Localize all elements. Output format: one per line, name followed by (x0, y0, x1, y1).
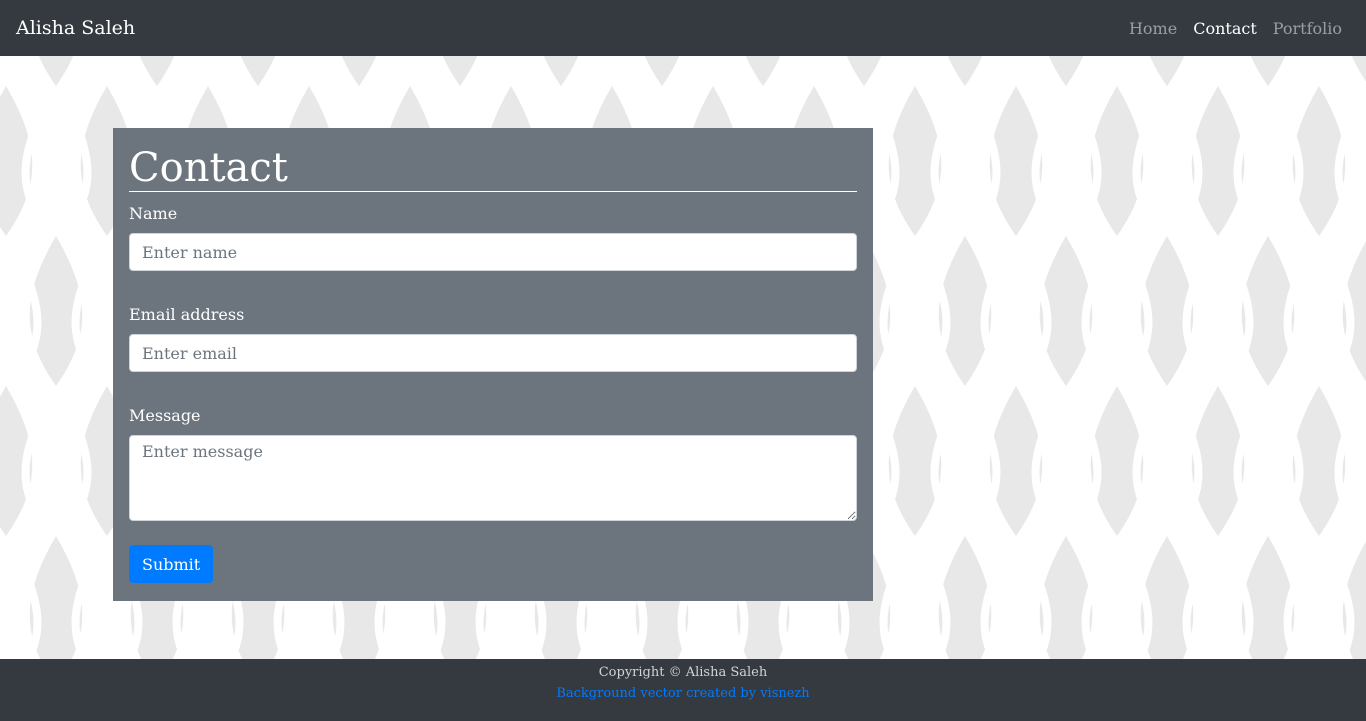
copyright-text: Copyright © Alisha Saleh (598, 665, 768, 680)
message-field-group: Message (129, 404, 857, 521)
page-title: Contact (129, 144, 857, 192)
contact-panel: Contact Name Email address Message Submi… (113, 128, 873, 601)
message-label: Message (129, 406, 201, 425)
nav-link-portfolio[interactable]: Portfolio (1273, 19, 1342, 38)
message-textarea[interactable] (129, 435, 857, 521)
name-field-group: Name (129, 202, 857, 271)
email-input[interactable] (129, 334, 857, 372)
navbar: Alisha Saleh Home Contact Portfolio (0, 0, 1366, 56)
name-input[interactable] (129, 233, 857, 271)
nav-links: Home Contact Portfolio (1129, 19, 1342, 38)
submit-button[interactable]: Submit (129, 545, 214, 583)
email-label: Email address (129, 305, 245, 324)
nav-link-home[interactable]: Home (1129, 19, 1177, 38)
name-label: Name (129, 204, 178, 223)
brand-link[interactable]: Alisha Saleh (16, 17, 135, 39)
background-credit-link[interactable]: Background vector created by visnezh (556, 684, 809, 703)
email-field-group: Email address (129, 303, 857, 372)
footer: Copyright © Alisha Saleh Background vect… (0, 659, 1366, 721)
nav-link-contact[interactable]: Contact (1193, 19, 1257, 38)
